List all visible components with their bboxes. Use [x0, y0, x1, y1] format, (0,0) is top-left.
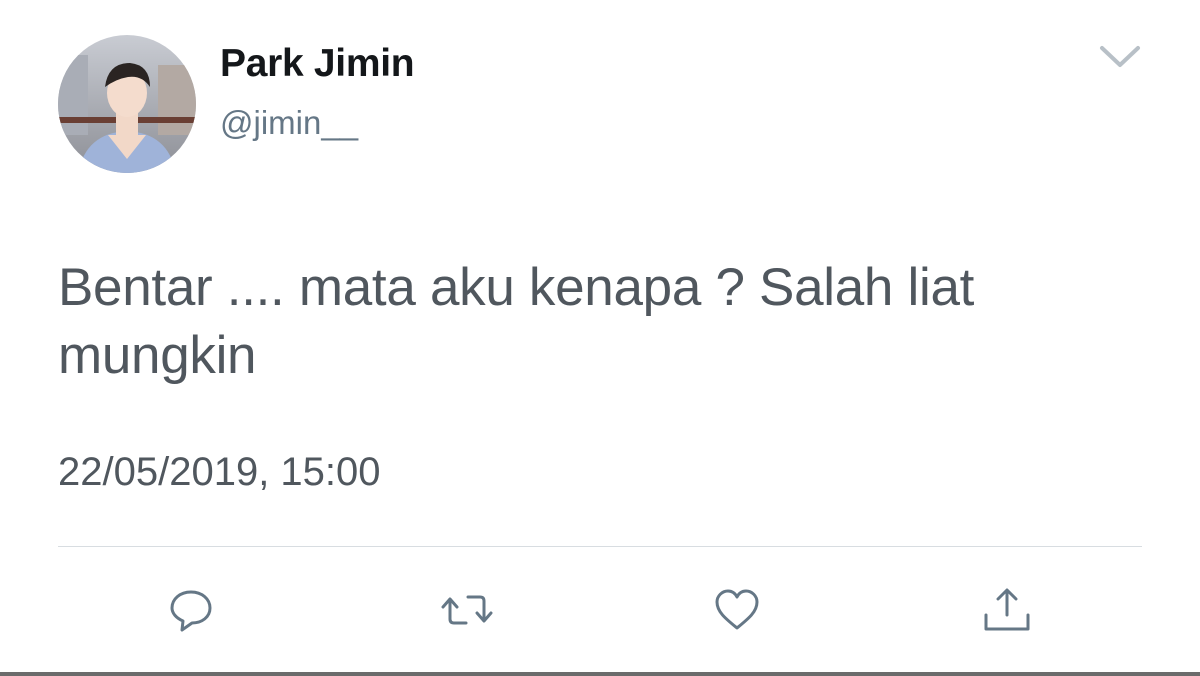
chevron-down-icon[interactable]	[1098, 42, 1142, 72]
share-icon[interactable]	[982, 585, 1032, 635]
avatar[interactable]	[58, 35, 196, 173]
display-name[interactable]: Park Jimin	[220, 42, 415, 86]
divider	[58, 546, 1142, 547]
reply-icon[interactable]	[166, 585, 216, 635]
tweet-timestamp[interactable]: 22/05/2019, 15:00	[58, 450, 381, 495]
user-handle[interactable]: @jimin__	[220, 104, 358, 142]
like-icon[interactable]	[712, 585, 762, 635]
tweet-text: Bentar .... mata aku kenapa ? Salah liat…	[58, 258, 975, 385]
bottom-border	[0, 672, 1200, 676]
tweet-card: Park Jimin @jimin__ Bentar .... mata aku…	[0, 0, 1200, 676]
retweet-icon[interactable]	[440, 585, 493, 635]
